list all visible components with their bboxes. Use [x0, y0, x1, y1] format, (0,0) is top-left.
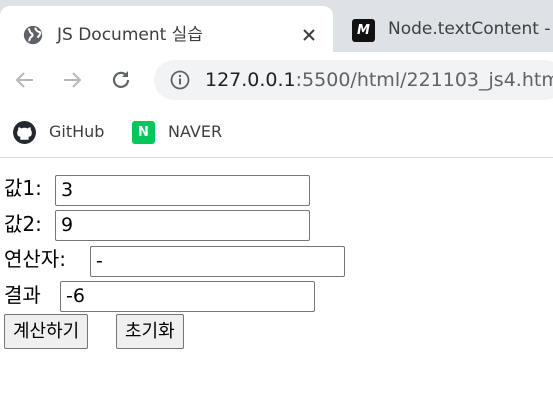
mdn-logo-icon: M: [352, 19, 375, 42]
back-arrow-icon[interactable]: [13, 68, 37, 92]
info-icon[interactable]: [170, 70, 190, 90]
bookmark-naver[interactable]: N NAVER: [132, 120, 232, 144]
tab-title: JS Document 실습: [57, 25, 203, 45]
browser-toolbar: 127.0.0.1:5500/html/221103_js4.html: [0, 52, 553, 108]
result-input[interactable]: -6: [60, 281, 315, 312]
forward-arrow-icon[interactable]: [60, 68, 84, 92]
close-icon[interactable]: [302, 28, 316, 42]
github-icon: [13, 121, 36, 144]
tab-active[interactable]: JS Document 실습: [0, 6, 333, 52]
reload-icon[interactable]: [109, 68, 133, 92]
value1-input[interactable]: 3: [55, 175, 310, 206]
bookmarks-bar: GitHub N NAVER: [0, 108, 553, 158]
value1-label: 값1:: [4, 176, 42, 200]
globe-icon: [23, 25, 43, 45]
operator-input[interactable]: -: [90, 246, 345, 277]
address-bar[interactable]: 127.0.0.1:5500/html/221103_js4.html: [154, 60, 553, 100]
value2-input[interactable]: 9: [55, 210, 310, 241]
reset-button[interactable]: 초기화: [116, 314, 184, 349]
naver-icon: N: [132, 121, 155, 144]
url-text: 127.0.0.1:5500/html/221103_js4.html: [205, 69, 553, 91]
bookmark-label: GitHub: [49, 122, 105, 141]
tab-title: Node.textContent -: [388, 19, 551, 39]
tab-strip: JS Document 실습 M Node.textContent -: [0, 0, 553, 52]
value2-label: 값2:: [4, 212, 42, 236]
calculate-button[interactable]: 계산하기: [4, 314, 89, 349]
url-path: :5500/html/221103_js4.html: [295, 69, 553, 91]
page-content: 값1: 3 값2: 9 연산자: - 결과 -6 계산하기 초기화: [0, 159, 553, 406]
url-host: 127.0.0.1: [205, 69, 296, 91]
result-label: 결과: [4, 283, 41, 307]
operator-label: 연산자:: [4, 247, 66, 271]
bookmark-github[interactable]: GitHub: [12, 120, 112, 144]
bookmark-label: NAVER: [168, 122, 223, 141]
tab-inactive[interactable]: M Node.textContent -: [333, 6, 553, 52]
